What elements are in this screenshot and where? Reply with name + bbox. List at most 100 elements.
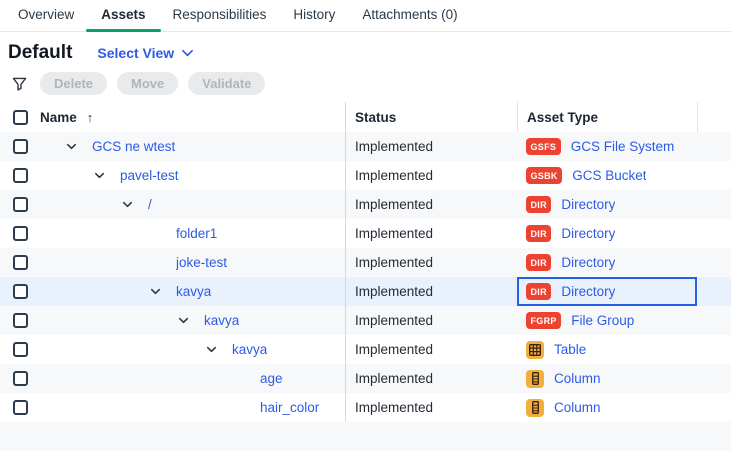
- asset-type-link[interactable]: File Group: [571, 313, 634, 328]
- select-view-dropdown[interactable]: Select View: [97, 45, 194, 61]
- chevron-down-icon[interactable]: [205, 343, 219, 356]
- asset-type-cell: DIRDirectory: [517, 219, 697, 248]
- asset-name-link[interactable]: joke-test: [176, 255, 227, 270]
- chevron-down-icon[interactable]: [149, 285, 163, 298]
- table-row[interactable]: joke-testImplementedDIRDirectory: [0, 248, 731, 277]
- asset-type-link[interactable]: Column: [554, 400, 601, 415]
- extra-cell: [697, 161, 731, 190]
- chevron-down-icon[interactable]: [65, 140, 79, 153]
- asset-name-link[interactable]: pavel-test: [120, 168, 179, 183]
- status-text: Implemented: [355, 197, 433, 212]
- delete-button[interactable]: Delete: [40, 72, 107, 95]
- table-row[interactable]: kavyaImplementedDIRDirectory: [0, 277, 731, 306]
- tab-overview[interactable]: Overview: [18, 0, 74, 31]
- row-checkbox[interactable]: [13, 371, 28, 386]
- toolbar-buttons: Delete Move Validate: [40, 72, 265, 95]
- table-row[interactable]: kavyaImplementedTable: [0, 335, 731, 364]
- status-text: Implemented: [355, 400, 433, 415]
- row-checkbox[interactable]: [13, 255, 28, 270]
- column-header-name-label: Name: [40, 110, 77, 125]
- asset-name-link[interactable]: /: [148, 197, 152, 212]
- validate-button[interactable]: Validate: [188, 72, 265, 95]
- chevron-down-icon[interactable]: [121, 198, 135, 211]
- tab-attachments-0[interactable]: Attachments (0): [362, 0, 457, 31]
- tab-responsibilities[interactable]: Responsibilities: [173, 0, 267, 31]
- column-header-status[interactable]: Status: [345, 102, 517, 132]
- asset-name-link[interactable]: kavya: [204, 313, 239, 328]
- row-checkbox[interactable]: [13, 139, 28, 154]
- table-row[interactable]: hair_color Implemented Column: [0, 393, 731, 422]
- row-checkbox-cell: [0, 364, 40, 393]
- status-cell: Implemented: [345, 277, 517, 306]
- row-checkbox[interactable]: [13, 400, 28, 415]
- asset-type-badge: GSFS: [526, 138, 561, 155]
- column-header-asset-type[interactable]: Asset Type: [517, 102, 697, 132]
- asset-name-link[interactable]: folder1: [176, 226, 217, 241]
- asset-type-cell: Column: [517, 364, 697, 393]
- select-all-checkbox[interactable]: [13, 110, 28, 125]
- tab-history[interactable]: History: [293, 0, 335, 31]
- row-checkbox[interactable]: [13, 284, 28, 299]
- select-all-cell: [0, 102, 40, 132]
- row-checkbox-cell: [0, 190, 40, 219]
- asset-type-link[interactable]: GCS File System: [571, 139, 675, 154]
- table-row[interactable]: kavyaImplementedFGRPFile Group: [0, 306, 731, 335]
- move-button[interactable]: Move: [117, 72, 178, 95]
- table-header: Name ↑ Status Asset Type: [0, 102, 731, 132]
- asset-name-link[interactable]: hair_color: [260, 400, 319, 415]
- table-row[interactable]: pavel-testImplementedGSBKGCS Bucket: [0, 161, 731, 190]
- status-text: Implemented: [355, 284, 433, 299]
- column-icon: [526, 370, 544, 388]
- table-body: GCS ne wtest Implemented GSFS GCS File Syst…: [0, 132, 731, 422]
- name-cell: hair_color: [40, 393, 345, 422]
- row-checkbox[interactable]: [13, 197, 28, 212]
- row-checkbox-cell: [0, 335, 40, 364]
- row-checkbox[interactable]: [13, 313, 28, 328]
- funnel-icon[interactable]: [8, 73, 30, 95]
- name-cell: folder1: [40, 219, 345, 248]
- extra-cell: [697, 335, 731, 364]
- column-header-status-label: Status: [355, 110, 396, 125]
- asset-type-link[interactable]: Directory: [561, 255, 615, 270]
- column-header-name[interactable]: Name ↑: [40, 102, 345, 132]
- name-cell: pavel-test: [40, 161, 345, 190]
- table-row[interactable]: /ImplementedDIRDirectory: [0, 190, 731, 219]
- asset-name-link[interactable]: GCS ne wtest: [92, 139, 175, 154]
- asset-name-link[interactable]: kavya: [176, 284, 211, 299]
- status-text: Implemented: [355, 371, 433, 386]
- row-checkbox[interactable]: [13, 168, 28, 183]
- status-cell: Implemented: [345, 364, 517, 393]
- asset-type-link[interactable]: Column: [554, 371, 601, 386]
- extra-cell: [697, 190, 731, 219]
- table-row[interactable]: folder1ImplementedDIRDirectory: [0, 219, 731, 248]
- table-grid-icon: [526, 341, 544, 359]
- status-cell: Implemented: [345, 132, 517, 161]
- asset-name-link[interactable]: age: [260, 371, 283, 386]
- name-cell: GCS ne wtest: [40, 132, 345, 161]
- name-cell: kavya: [40, 277, 345, 306]
- asset-type-cell: FGRP File Group: [517, 306, 697, 335]
- row-checkbox[interactable]: [13, 226, 28, 241]
- asset-type-link[interactable]: Table: [554, 342, 586, 357]
- asset-type-link[interactable]: Directory: [561, 284, 615, 299]
- asset-type-cell: GSFS GCS File System: [517, 132, 697, 161]
- row-checkbox[interactable]: [13, 342, 28, 357]
- status-text: Implemented: [355, 139, 433, 154]
- asset-type-badge: FGRP: [526, 312, 561, 329]
- chevron-down-icon[interactable]: [93, 169, 107, 182]
- sort-asc-icon[interactable]: ↑: [87, 110, 94, 125]
- table-row[interactable]: GCS ne wtest Implemented GSFS GCS File Syst…: [0, 132, 731, 161]
- tab-assets[interactable]: Assets: [101, 0, 145, 31]
- table-row[interactable]: age Implemented Column: [0, 364, 731, 393]
- chevron-down-icon[interactable]: [177, 314, 191, 327]
- asset-name-link[interactable]: kavya: [232, 342, 267, 357]
- asset-type-cell: Table: [517, 335, 697, 364]
- page-title: Default: [8, 42, 72, 64]
- asset-type-link[interactable]: GCS Bucket: [572, 168, 646, 183]
- row-checkbox-cell: [0, 161, 40, 190]
- asset-type-link[interactable]: Directory: [561, 226, 615, 241]
- extra-cell: [697, 219, 731, 248]
- assets-table: Name ↑ Status Asset Type GCS ne wtest Imp…: [0, 102, 731, 451]
- name-cell: age: [40, 364, 345, 393]
- asset-type-link[interactable]: Directory: [561, 197, 615, 212]
